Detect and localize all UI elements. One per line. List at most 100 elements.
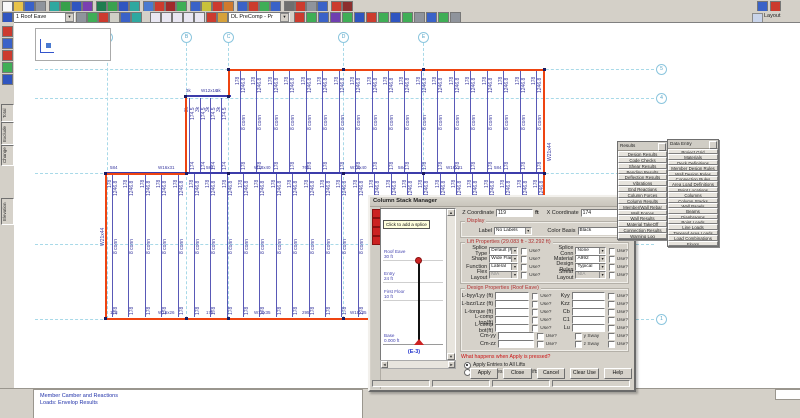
use-checkbox[interactable] [521,248,527,255]
use-checkbox[interactable] [608,317,614,324]
use-checkbox[interactable] [609,264,615,271]
scroll-right-icon[interactable]: ► [448,361,455,368]
data-entry-button-floors[interactable]: Floors [668,241,718,246]
column-point[interactable] [104,317,107,320]
use-checkbox[interactable] [608,333,615,340]
design-left-field[interactable] [495,324,529,332]
column-point[interactable] [543,68,546,71]
design-right-field[interactable] [572,316,606,324]
chevron-down-icon[interactable]: ▼ [525,228,531,234]
use-checkbox[interactable] [608,309,614,316]
member-label: 8 conn [212,238,217,253]
lift-right-dropdown[interactable]: None▼ [575,247,606,255]
column-point[interactable] [422,68,425,71]
stack-properties-form: Z Coordinate 119 ft X Coordinate 174 ft … [458,207,632,389]
results-button-warning-log[interactable]: Warning Log [618,233,667,239]
column-point[interactable] [342,68,345,71]
stack-panel-vertical-scrollbar[interactable]: ▲ ▼ [446,209,455,360]
chevron-down-icon[interactable]: ▼ [511,264,517,270]
column-point[interactable] [227,95,230,98]
column-point[interactable] [422,172,425,175]
use-checkbox[interactable] [537,341,544,348]
column-point[interactable] [342,317,345,320]
lift-left-dropdown[interactable]: Wide Flan▼ [489,255,518,263]
lift-left-dropdown[interactable]: Default (Mo▼ [489,247,518,255]
use-checkbox[interactable] [608,325,614,332]
column-point[interactable] [185,172,188,175]
use-checkbox[interactable] [532,317,538,324]
use-label: Use? [540,326,551,331]
close-icon[interactable] [709,141,717,149]
use-checkbox[interactable] [521,256,527,263]
sway-checkbox[interactable] [575,341,582,348]
column-point[interactable] [227,172,230,175]
use-checkbox[interactable] [609,248,615,255]
column-stack-elevation-panel[interactable]: Roof Eave30 ftEntry24 ftFirst Floor10 ft… [380,208,456,361]
column-point[interactable] [342,172,345,175]
column-point[interactable] [184,95,187,98]
design-left-field[interactable] [495,308,529,316]
design-left-field[interactable] [495,316,529,324]
column-point[interactable] [185,317,188,320]
stack-panel-horizontal-scrollbar[interactable]: ◄ ► [380,360,456,369]
member-label: 178 [374,162,379,170]
design-right-field[interactable] [572,308,606,316]
close-icon[interactable] [658,143,666,151]
use-checkbox[interactable] [608,341,615,348]
column-point[interactable] [227,68,230,71]
design-left-field[interactable] [495,300,529,308]
use-checkbox[interactable] [521,272,527,279]
dialog-title-bar[interactable]: Column Stack Manager [370,197,634,207]
use-checkbox[interactable] [532,309,538,316]
use-checkbox[interactable] [532,325,538,332]
lift-left-dropdown[interactable]: Lateral▼ [489,263,518,271]
data-entry-panel-title[interactable]: Data Entry [668,140,718,149]
column-lift-line[interactable] [418,260,420,344]
apply-button[interactable]: Apply [470,368,498,379]
chevron-down-icon[interactable]: ▼ [599,264,605,270]
design-right-field[interactable] [572,292,606,300]
chevron-down-icon[interactable]: ▼ [511,248,517,254]
close-button[interactable]: Close [503,368,531,379]
use-label: Use? [540,294,551,299]
column-point[interactable] [227,317,230,320]
help-button[interactable]: Help [604,368,632,379]
use-checkbox[interactable] [521,264,527,271]
cancel-button[interactable]: Cancel [537,368,565,379]
z-coordinate-field[interactable]: 119 [496,209,533,217]
scroll-up-icon[interactable]: ▲ [447,209,455,216]
sway-checkbox[interactable] [575,333,582,340]
splice-marker-icon[interactable] [415,257,422,264]
design-left-field[interactable] [495,292,529,300]
use-label: Use? [617,318,628,323]
design-right-field[interactable] [572,300,606,308]
x-coordinate-field[interactable]: 174 [581,209,618,217]
chevron-down-icon[interactable]: ▼ [511,256,517,262]
label-dropdown[interactable]: No Labels▼ [494,227,532,235]
lift-right-dropdown[interactable]: Typical▼ [575,263,606,271]
beam-member[interactable] [185,95,231,97]
use-checkbox[interactable] [609,256,615,263]
design-left-field[interactable] [498,332,534,340]
use-checkbox[interactable] [532,293,538,300]
use-checkbox[interactable] [609,272,615,279]
design-left-field[interactable] [498,340,534,348]
use-checkbox[interactable] [608,301,614,308]
column-point[interactable] [543,172,546,175]
use-checkbox[interactable] [532,301,538,308]
scroll-down-icon[interactable]: ▼ [447,353,455,360]
member-label: 1246.8 [212,181,217,196]
use-checkbox[interactable] [608,293,614,300]
member-label: 178 [472,162,477,170]
chevron-down-icon[interactable]: ▼ [599,256,605,262]
column-point[interactable] [104,172,107,175]
results-panel-title[interactable]: Results [618,142,667,151]
use-checkbox[interactable] [537,333,544,340]
chevron-down-icon[interactable]: ▼ [599,248,605,254]
clear-use-button[interactable]: Clear Use [570,368,598,379]
member-label: 1246.8 [423,78,428,93]
member-label: 8 conn [324,114,329,129]
lift-right-dropdown[interactable]: A992▼ [575,255,606,263]
scroll-left-icon[interactable]: ◄ [381,361,388,368]
design-right-field[interactable] [572,324,606,332]
